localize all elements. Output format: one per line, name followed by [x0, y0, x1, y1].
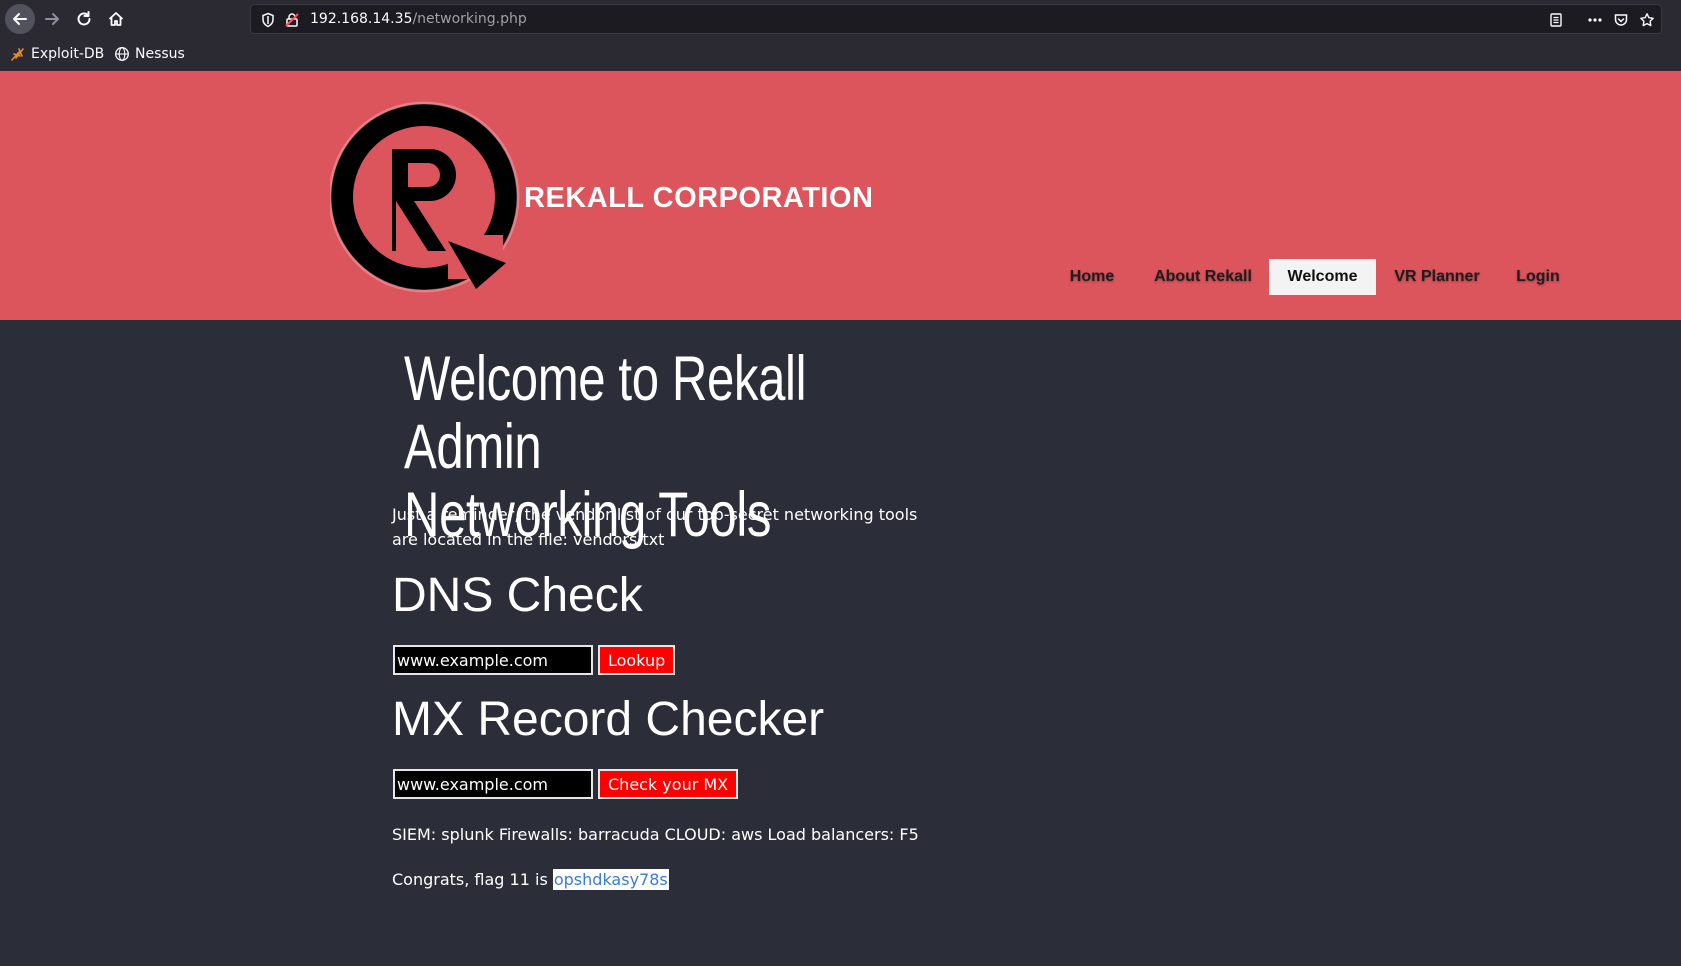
bookmark-exploit-db[interactable]: Exploit-DB — [10, 46, 104, 62]
dns-check-heading: DNS Check — [392, 569, 643, 622]
exploit-db-icon — [11, 48, 24, 61]
bookmark-label: Nessus — [135, 46, 185, 62]
flag-link[interactable]: opshdkasy78s — [552, 869, 669, 890]
forward-arrow-icon — [45, 13, 59, 25]
nav-welcome[interactable]: Welcome — [1269, 259, 1376, 295]
pocket-icon[interactable] — [1613, 12, 1629, 28]
reload-icon — [77, 11, 91, 26]
flag-prefix: Congrats, flag 11 is — [392, 870, 553, 889]
nav-login[interactable]: Login — [1502, 259, 1574, 295]
nav-about-rekall[interactable]: About Rekall — [1146, 259, 1260, 295]
bookmark-star-icon[interactable] — [1639, 12, 1655, 28]
home-button[interactable] — [101, 4, 131, 34]
bookmark-nessus[interactable]: Nessus — [114, 46, 185, 62]
brand-name[interactable]: REKALL CORPORATION — [524, 182, 873, 215]
shield-icon[interactable] — [260, 12, 276, 28]
nav-vr-planner[interactable]: VR Planner — [1386, 259, 1488, 295]
address-bar[interactable]: 192.168.14.35/networking.php — [250, 4, 1662, 34]
bookmarks-bar: Exploit-DB Nessus — [0, 38, 1681, 72]
url-host: 192.168.14.35 — [310, 11, 413, 27]
bookmark-label: Exploit-DB — [31, 46, 105, 62]
mx-checker-heading: MX Record Checker — [392, 693, 825, 746]
rekall-logo[interactable] — [330, 101, 526, 297]
more-actions-icon[interactable] — [1586, 12, 1604, 28]
back-arrow-icon — [13, 13, 27, 25]
url-text: 192.168.14.35/networking.php — [310, 11, 527, 27]
url-path: /networking.php — [412, 11, 527, 27]
browser-toolbar: 192.168.14.35/networking.php — [0, 0, 1681, 38]
dns-lookup-input[interactable] — [393, 645, 593, 675]
vendors-output: SIEM: splunk Firewalls: barracuda CLOUD:… — [392, 825, 919, 844]
nav-home[interactable]: Home — [1052, 259, 1132, 295]
vendor-reminder: Just a reminder, the vendor list of our … — [392, 505, 918, 549]
reload-button[interactable] — [69, 4, 99, 34]
lookup-button[interactable]: Lookup — [598, 645, 676, 675]
flag-line: Congrats, flag 11 is opshdkasy78s — [392, 869, 669, 890]
check-mx-button[interactable]: Check your MX — [598, 769, 739, 799]
site-header: REKALL CORPORATION Home About Rekall Wel… — [0, 71, 1681, 320]
back-button[interactable] — [5, 4, 35, 34]
mx-lookup-input[interactable] — [393, 769, 593, 799]
page-title-line-1: Welcome to Rekall Admin — [404, 344, 807, 482]
home-icon — [108, 12, 124, 26]
forward-button[interactable] — [37, 4, 67, 34]
insecure-lock-icon[interactable] — [284, 12, 300, 28]
reader-view-icon[interactable] — [1548, 12, 1564, 28]
globe-icon — [115, 47, 129, 61]
